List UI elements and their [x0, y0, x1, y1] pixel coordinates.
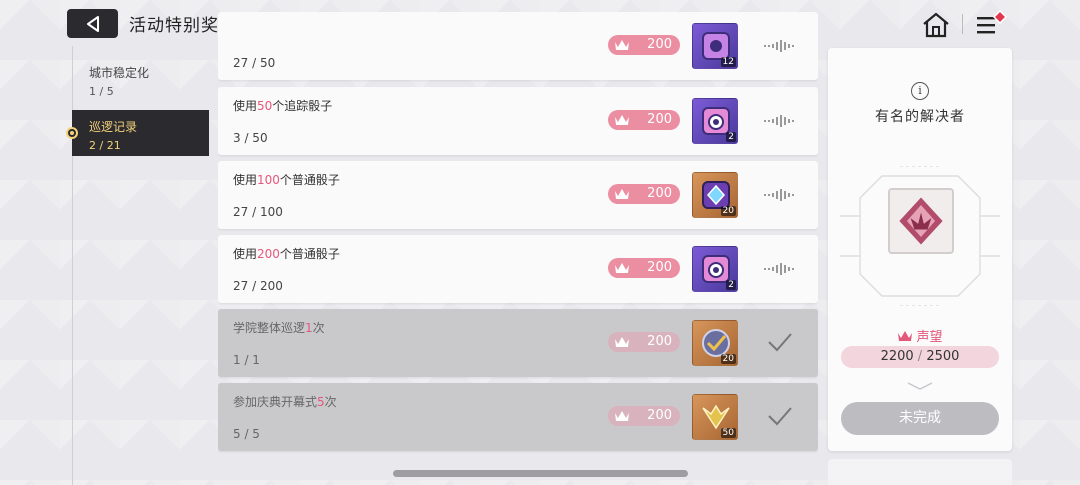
- reputation-icon: [615, 337, 629, 347]
- task-list[interactable]: 27 / 50 200 12 使用50个追踪骰子 3 / 50 200 2 使用…: [218, 0, 818, 485]
- horizontal-scrollbar[interactable]: [393, 470, 688, 477]
- task-title: 学院整体巡逻1次: [233, 321, 325, 335]
- task-title: 使用200个普通骰子: [233, 247, 340, 261]
- reputation-icon: [615, 411, 629, 421]
- back-button[interactable]: [67, 9, 118, 38]
- task-progress: 3 / 50: [233, 131, 268, 145]
- sidebar-item-label: 城市稳定化: [89, 66, 150, 80]
- go-to-task-icon[interactable]: [762, 39, 798, 53]
- reputation-reward: 200: [608, 184, 680, 204]
- reward-panel: i 有名的解决者 声望 2200 / 2500 未完成: [828, 48, 1012, 451]
- completed-check-icon: [768, 333, 792, 352]
- task-row: 27 / 50 200 12: [218, 12, 818, 80]
- home-icon[interactable]: [921, 11, 951, 39]
- reward-item[interactable]: 50: [692, 394, 738, 440]
- reputation-icon: [615, 115, 629, 125]
- chevron-down-icon: [907, 382, 933, 390]
- completed-check-icon: [768, 407, 792, 426]
- task-progress: 27 / 50: [233, 56, 276, 70]
- task-row: 使用100个普通骰子 27 / 100 200 20: [218, 161, 818, 229]
- emblem-icon: [899, 197, 943, 245]
- go-to-task-icon[interactable]: [762, 114, 798, 128]
- claim-button-incomplete[interactable]: 未完成: [841, 402, 999, 435]
- sidebar-item-patrol-record[interactable]: 巡逻记录 2 / 21: [66, 110, 209, 156]
- reputation-icon: [898, 331, 913, 341]
- reputation-reward: 200: [608, 110, 680, 130]
- sidebar-item-count: 1 / 5: [89, 85, 114, 98]
- sidebar-item-count: 2 / 21: [89, 139, 121, 152]
- reputation-icon: [615, 40, 629, 50]
- reputation-reward: 200: [608, 406, 680, 426]
- reputation-reward: 200: [608, 258, 680, 278]
- sidebar-item-city-stabilization[interactable]: 城市稳定化 1 / 5: [72, 56, 209, 102]
- reputation-progress: 2200 / 2500: [841, 346, 999, 368]
- reward-item[interactable]: 2: [692, 246, 738, 292]
- back-arrow-icon: [86, 15, 99, 32]
- task-progress: 27 / 200: [233, 279, 283, 293]
- menu-icon[interactable]: [975, 10, 1009, 40]
- reputation-icon: [615, 263, 629, 273]
- sidebar-item-label: 巡逻记录: [89, 120, 138, 134]
- reward-item[interactable]: 2: [692, 98, 738, 144]
- task-row: 使用50个追踪骰子 3 / 50 200 2: [218, 87, 818, 155]
- task-row-completed: 学院整体巡逻1次 1 / 1 200 20: [218, 309, 818, 377]
- task-title: 参加庆典开幕式5次: [233, 395, 337, 409]
- reputation-label: 声望: [828, 326, 1012, 345]
- reward-item[interactable]: 20: [692, 320, 738, 366]
- task-title: 使用50个追踪骰子: [233, 99, 333, 113]
- reward-item[interactable]: 12: [692, 23, 738, 69]
- go-to-task-icon[interactable]: [762, 188, 798, 202]
- reputation-reward: 200: [608, 332, 680, 352]
- title-reward-name: 有名的解决者: [875, 109, 965, 125]
- info-icon[interactable]: i: [911, 82, 929, 100]
- go-to-task-icon[interactable]: [762, 262, 798, 276]
- task-row: 使用200个普通骰子 27 / 200 200 2: [218, 235, 818, 303]
- panel-footer: [828, 459, 1012, 485]
- reputation-reward: 200: [608, 35, 680, 55]
- task-progress: 5 / 5: [233, 427, 260, 441]
- task-progress: 27 / 100: [233, 205, 283, 219]
- reputation-icon: [615, 189, 629, 199]
- topbar-divider: [962, 14, 963, 34]
- task-row-completed: 参加庆典开幕式5次 5 / 5 200 50: [218, 383, 818, 451]
- reward-item[interactable]: 20: [692, 172, 738, 218]
- task-progress: 1 / 1: [233, 353, 260, 367]
- category-sidebar: 城市稳定化 1 / 5 巡逻记录 2 / 21: [66, 46, 212, 485]
- title-badge: [888, 188, 954, 254]
- task-title: 使用100个普通骰子: [233, 173, 340, 187]
- active-marker-icon: [66, 127, 78, 139]
